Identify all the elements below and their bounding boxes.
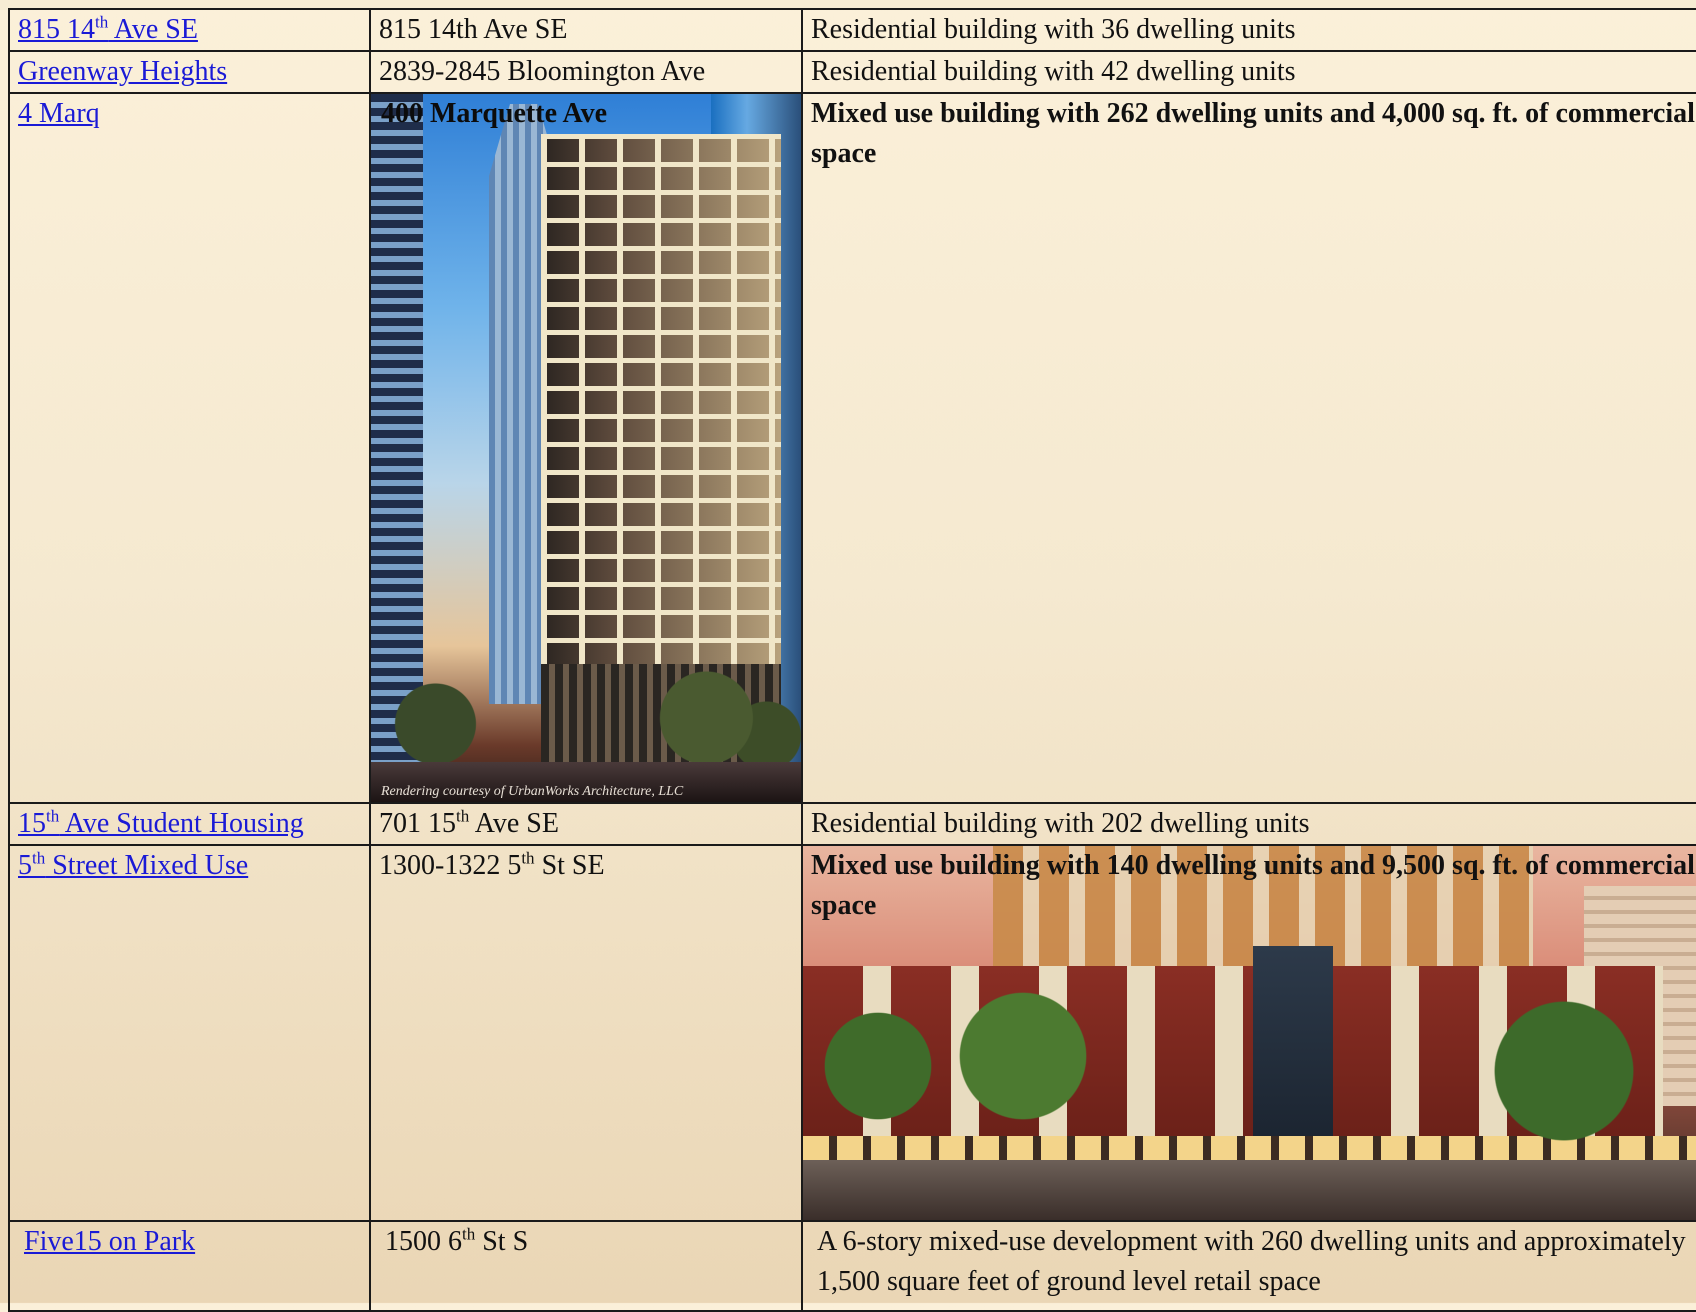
description-cell: Mixed use building with 262 dwelling uni… — [801, 92, 1696, 804]
address-text: 1500 6 — [385, 1226, 462, 1257]
address-cell: 1500 6th St S — [369, 1220, 803, 1312]
project-link-4-marq[interactable]: 4 Marq — [18, 98, 100, 129]
address-text-rest: Ave SE — [469, 808, 559, 839]
building-rendering-image — [372, 95, 800, 801]
project-link-text-rest: Ave Student Housing — [59, 808, 304, 839]
description-text: Residential building with 36 dwelling un… — [811, 14, 1296, 45]
project-link-sup: th — [32, 848, 46, 868]
project-name-cell: 4 Marq — [8, 92, 371, 804]
description-text: Mixed use building with 140 dwelling uni… — [811, 850, 1695, 921]
address-text-rest: St SE — [534, 850, 605, 881]
project-name-cell: 15th Ave Student Housing — [8, 802, 371, 846]
table-row: 15th Ave Student Housing 701 15th Ave SE… — [8, 802, 1696, 846]
project-link-815-14th[interactable]: 815 14th Ave SE — [18, 14, 198, 45]
project-name-cell: Greenway Heights — [8, 50, 371, 94]
description-cell: Mixed use building with 140 dwelling uni… — [801, 844, 1696, 1222]
rendering-trees — [372, 652, 800, 772]
description-text: Residential building with 42 dwelling un… — [811, 56, 1296, 87]
rendering-sidewalk — [804, 1160, 1696, 1219]
project-name-cell: 5th Street Mixed Use — [8, 844, 371, 1222]
address-text: 2839-2845 Bloomington Ave — [379, 56, 706, 87]
table-row: 5th Street Mixed Use 1300-1322 5th St SE… — [8, 844, 1696, 1222]
address-text: 815 14th Ave SE — [379, 14, 568, 45]
table-row: Greenway Heights 2839-2845 Bloomington A… — [8, 50, 1696, 94]
table-row: 815 14th Ave SE 815 14th Ave SE Resident… — [8, 8, 1696, 52]
description-text: Mixed use building with 262 dwelling uni… — [811, 98, 1695, 169]
address-text-rest: St S — [475, 1226, 529, 1257]
address-cell: 1300-1322 5th St SE — [369, 844, 803, 1222]
rendering-tree — [933, 986, 1113, 1126]
description-text: Residential building with 202 dwelling u… — [811, 808, 1310, 839]
address-text: 1300-1322 5 — [379, 850, 522, 881]
description-cell: Residential building with 42 dwelling un… — [801, 50, 1696, 94]
development-table: 815 14th Ave SE 815 14th Ave SE Resident… — [8, 8, 1696, 1312]
address-cell: 701 15th Ave SE — [369, 802, 803, 846]
address-sup: th — [521, 848, 535, 868]
address-cell: 2839-2845 Bloomington Ave — [369, 50, 803, 94]
address-sup: th — [456, 806, 470, 826]
project-link-15th-ave-student-housing[interactable]: 15th Ave Student Housing — [18, 808, 304, 839]
rendering-tree — [804, 1006, 953, 1126]
address-cell: 815 14th Ave SE — [369, 8, 803, 52]
project-link-sup: th — [46, 806, 60, 826]
project-link-text: 5 — [18, 850, 32, 881]
address-cell: 400 Marquette Ave Rendering courtesy of … — [369, 92, 803, 804]
project-link-text: 815 14 — [18, 14, 95, 45]
project-link-text-rest: Ave SE — [108, 14, 198, 45]
project-link-text: 15 — [18, 808, 46, 839]
project-name-cell: 815 14th Ave SE — [8, 8, 371, 52]
project-link-5th-street-mixed-use[interactable]: 5th Street Mixed Use — [18, 850, 248, 881]
image-credit: Rendering courtesy of UrbanWorks Archite… — [381, 784, 684, 799]
address-text: 701 15 — [379, 808, 456, 839]
project-link-five15-on-park[interactable]: Five15 on Park — [24, 1226, 195, 1257]
project-link-sup: th — [95, 12, 109, 32]
rendering-corner-tower — [1253, 946, 1333, 1146]
description-cell: A 6-story mixed-use development with 260… — [801, 1220, 1696, 1312]
address-sup: th — [462, 1224, 476, 1244]
project-link-greenway-heights[interactable]: Greenway Heights — [18, 56, 227, 87]
description-text: A 6-story mixed-use development with 260… — [817, 1226, 1686, 1297]
table-row: 4 Marq 400 Marquette Ave Rendering court… — [8, 92, 1696, 804]
project-name-cell: Five15 on Park — [8, 1220, 371, 1312]
address-text: 400 Marquette Ave — [381, 98, 608, 129]
table-row: Five15 on Park 1500 6th St S A 6-story m… — [8, 1220, 1696, 1312]
rendering-tree — [1464, 996, 1664, 1146]
description-cell: Residential building with 36 dwelling un… — [801, 8, 1696, 52]
project-link-text-rest: Street Mixed Use — [45, 850, 249, 881]
description-cell: Residential building with 202 dwelling u… — [801, 802, 1696, 846]
